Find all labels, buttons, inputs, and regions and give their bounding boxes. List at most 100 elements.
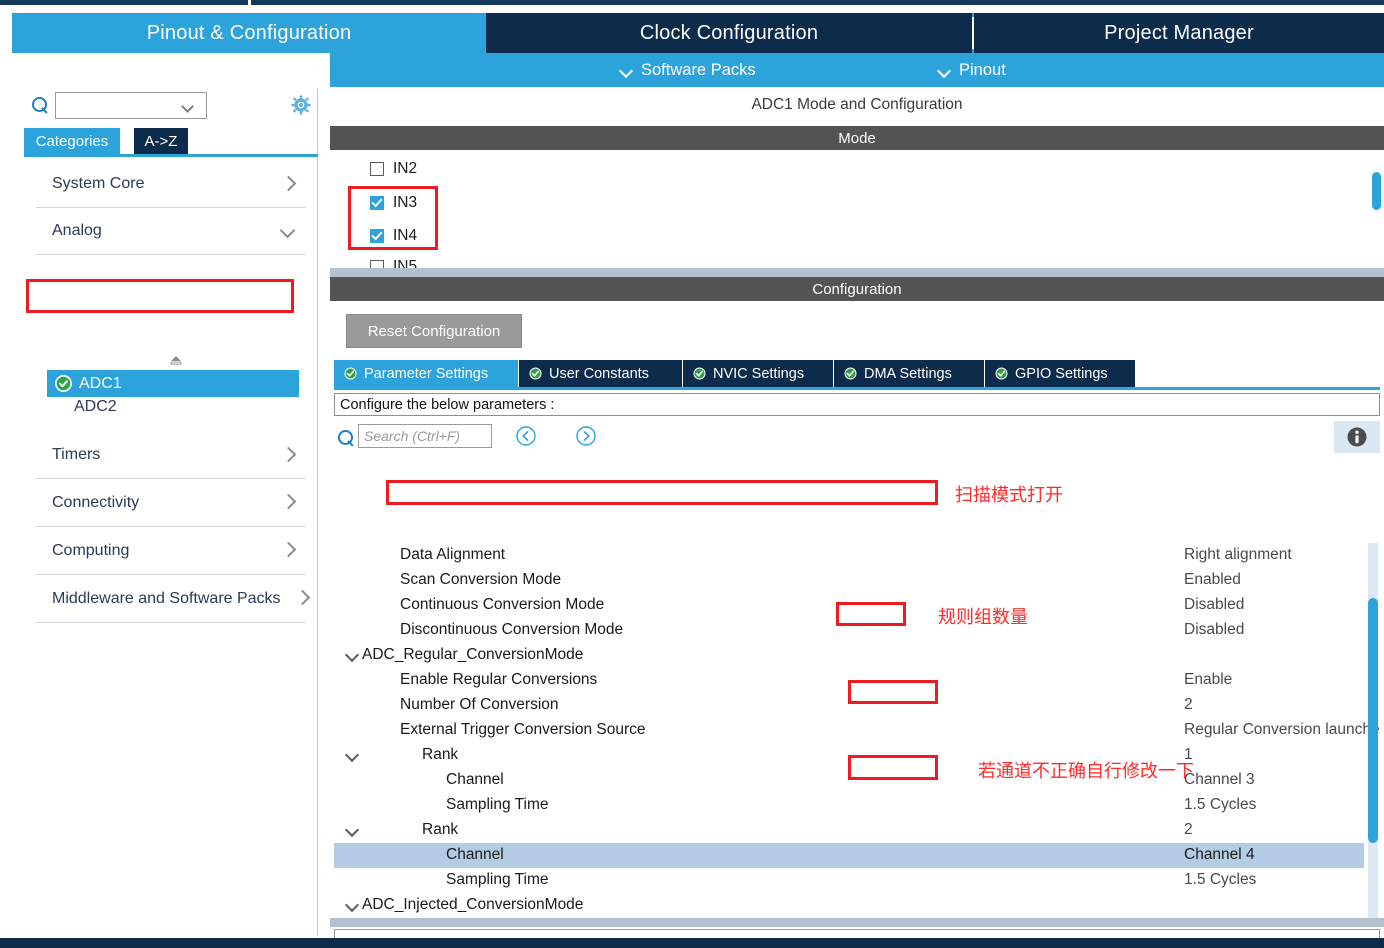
- checkbox-unchecked-icon: [370, 260, 384, 268]
- configure-parameters-label: Configure the below parameters :: [334, 393, 1380, 416]
- tab-project-manager[interactable]: Project Manager: [974, 13, 1384, 53]
- parameter-search-input[interactable]: Search (Ctrl+F): [358, 424, 492, 448]
- sidebar-item-middleware[interactable]: Middleware and Software Packs: [36, 575, 306, 623]
- parameter-value[interactable]: Regular Conversion launched by software: [1184, 721, 1380, 739]
- parameter-row-rank2-channel[interactable]: Channel Channel 4: [334, 843, 1364, 868]
- parameter-name: Sampling Time: [446, 796, 549, 813]
- sidebar-item-timers-label: Timers: [52, 446, 101, 463]
- annotation-text-regular-group-count: 规则组数量: [938, 607, 1028, 627]
- sidebar-item-timers[interactable]: Timers: [36, 432, 306, 479]
- sidebar-item-connectivity[interactable]: Connectivity: [36, 479, 306, 527]
- chevron-down-icon[interactable]: [346, 825, 359, 836]
- mode-section-header: Mode: [330, 126, 1384, 150]
- parameter-value[interactable]: Disabled: [1184, 621, 1244, 639]
- mode-checkbox-in5[interactable]: IN5: [370, 258, 417, 268]
- parameter-row-scan-conversion-mode[interactable]: Scan Conversion Mode Enabled: [334, 568, 1364, 593]
- sidebar-search-combo[interactable]: [55, 92, 207, 119]
- tab-gpio-settings-label: GPIO Settings: [1015, 365, 1108, 382]
- chevron-right-icon: [283, 178, 294, 189]
- subtab-pinout[interactable]: Pinout: [938, 53, 1006, 87]
- parameter-name: ADC_Regular_ConversionMode: [362, 646, 584, 663]
- sidebar-tab-a-to-z[interactable]: A->Z: [134, 128, 188, 154]
- gear-icon[interactable]: [291, 95, 311, 115]
- tab-pinout-configuration[interactable]: Pinout & Configuration: [12, 13, 486, 53]
- chevron-down-icon: [620, 64, 633, 77]
- parameter-name: Channel: [446, 846, 504, 863]
- parameter-row-discontinuous-conversion-mode[interactable]: Discontinuous Conversion Mode Disabled: [334, 618, 1364, 643]
- parameter-row-data-alignment[interactable]: Data Alignment Right alignment: [334, 543, 1364, 568]
- mode-checkbox-in4[interactable]: IN4: [370, 227, 417, 245]
- sidebar-item-analog[interactable]: Analog: [36, 208, 306, 255]
- annotation-text-channel-fix: 若通道不正确自行修改一下: [978, 761, 1194, 781]
- parameter-row-rank1-sampling-time[interactable]: Sampling Time 1.5 Cycles: [334, 793, 1364, 818]
- search-icon: [32, 97, 47, 112]
- parameter-row-external-trigger-conversion-source[interactable]: External Trigger Conversion Source Regul…: [334, 718, 1380, 743]
- parameter-value[interactable]: 1.5 Cycles: [1184, 796, 1256, 814]
- chevron-down-icon[interactable]: [346, 900, 359, 911]
- parameter-value[interactable]: 2: [1184, 696, 1193, 714]
- sidebar-tab-categories-label: Categories: [35, 132, 109, 150]
- parameter-value[interactable]: Disabled: [1184, 596, 1244, 614]
- reset-configuration-button[interactable]: Reset Configuration: [346, 314, 522, 348]
- sidebar-item-system-core-label: System Core: [52, 175, 145, 192]
- info-icon[interactable]: [1334, 421, 1380, 453]
- sidebar-item-computing[interactable]: Computing: [36, 527, 306, 575]
- parameter-name: ADC_Injected_ConversionMode: [362, 896, 584, 913]
- parameter-value[interactable]: 1.5 Cycles: [1184, 871, 1256, 889]
- subtab-software-packs-label: Software Packs: [641, 60, 756, 79]
- mode-scrollbar-thumb[interactable]: [1372, 172, 1381, 210]
- mode-checkbox-in3-label: IN3: [393, 194, 418, 211]
- parameter-name: Discontinuous Conversion Mode: [400, 621, 624, 638]
- main-tab-bar: Pinout & Configuration Clock Configurati…: [12, 13, 1384, 53]
- mode-section-header-label: Mode: [838, 129, 876, 147]
- tab-user-constants-label: User Constants: [549, 365, 649, 382]
- chevron-down-icon[interactable]: [346, 650, 359, 661]
- parameter-search-row: Search (Ctrl+F): [334, 421, 1380, 453]
- tab-user-constants[interactable]: User Constants: [519, 360, 682, 387]
- parameter-value[interactable]: Enable: [1184, 671, 1232, 689]
- parameter-name: Scan Conversion Mode: [400, 571, 562, 588]
- parameter-scrollbar-thumb[interactable]: [1368, 598, 1378, 843]
- parameter-row-number-of-conversion[interactable]: Number Of Conversion 2: [334, 693, 1364, 718]
- scroll-up-indicator[interactable]: [168, 352, 184, 366]
- mode-checkbox-in3[interactable]: IN3: [370, 194, 417, 212]
- parameter-group-adc-injected-conversionmode[interactable]: ADC_Injected_ConversionMode: [334, 893, 1364, 918]
- chevron-down-icon: [183, 102, 194, 109]
- tab-dma-settings[interactable]: DMA Settings: [834, 360, 984, 387]
- chevron-left-circle-icon[interactable]: [515, 425, 537, 447]
- sidebar-item-system-core[interactable]: System Core: [36, 161, 306, 208]
- parameter-row-rank2-sampling-time[interactable]: Sampling Time 1.5 Cycles: [334, 868, 1364, 893]
- parameter-group-rank-2[interactable]: Rank 2: [334, 818, 1364, 843]
- chevron-down-icon[interactable]: [346, 750, 359, 761]
- parameter-row-rank1-channel[interactable]: Channel Channel 3: [334, 768, 1364, 793]
- parameter-value[interactable]: Channel 4: [1184, 846, 1255, 864]
- tab-nvic-settings[interactable]: NVIC Settings: [683, 360, 833, 387]
- parameter-group-adc-regular-conversionmode[interactable]: ADC_Regular_ConversionMode: [334, 643, 1364, 668]
- mode-checkbox-in2[interactable]: IN2: [370, 160, 417, 178]
- parameter-group-rank-1[interactable]: Rank 1: [334, 743, 1364, 768]
- tab-project-manager-label: Project Manager: [1104, 21, 1254, 44]
- parameter-name: Number Of Conversion: [400, 696, 559, 713]
- tab-parameter-settings[interactable]: Parameter Settings: [334, 360, 518, 387]
- panel-divider: [330, 268, 1384, 277]
- toolbar-gap: [248, 0, 251, 5]
- top-toolbar-strip: [0, 0, 1384, 5]
- parameter-value[interactable]: Right alignment: [1184, 546, 1292, 564]
- check-badge-icon: [693, 367, 706, 380]
- annotation-text-scan-mode: 扫描模式打开: [955, 485, 1063, 505]
- parameter-name: Rank: [422, 821, 459, 838]
- mode-channel-list: IN2 IN3 IN4 IN5: [330, 150, 1384, 268]
- parameter-row-continuous-conversion-mode[interactable]: Continuous Conversion Mode Disabled: [334, 593, 1364, 618]
- chevron-right-circle-icon[interactable]: [575, 425, 597, 447]
- tab-gpio-settings[interactable]: GPIO Settings: [985, 360, 1135, 387]
- tab-clock-configuration[interactable]: Clock Configuration: [486, 13, 972, 53]
- configuration-tab-underline: [334, 387, 1380, 390]
- tab-parameter-settings-label: Parameter Settings: [364, 365, 489, 382]
- parameter-row-enable-regular-conversions[interactable]: Enable Regular Conversions Enable: [334, 668, 1364, 693]
- checkbox-unchecked-icon: [370, 162, 384, 176]
- parameter-value[interactable]: Channel 3: [1184, 771, 1255, 789]
- subtab-software-packs[interactable]: Software Packs: [620, 53, 756, 87]
- window-bottom-bar: [0, 938, 1384, 948]
- sidebar-tab-categories[interactable]: Categories: [24, 128, 120, 154]
- parameter-value[interactable]: Enabled: [1184, 571, 1241, 589]
